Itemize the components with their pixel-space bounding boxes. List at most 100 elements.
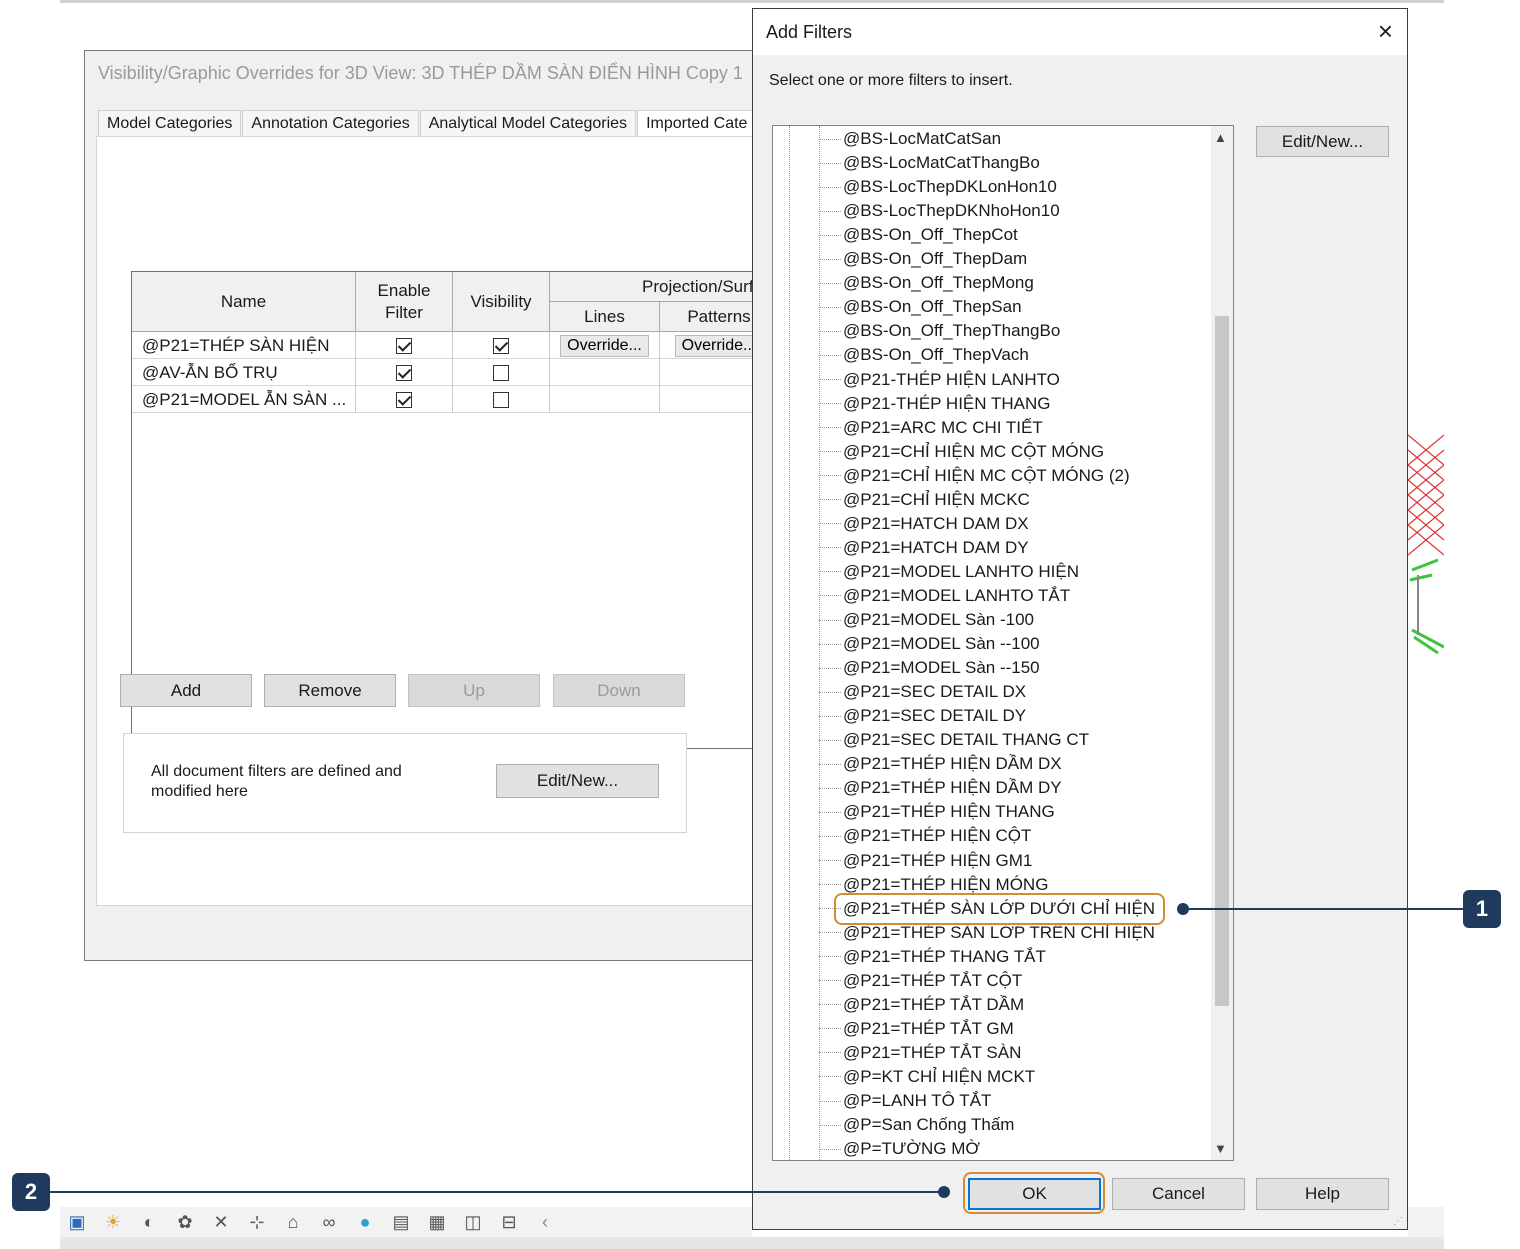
filter-list[interactable]: ▲ ▼ @BS-LocMatCatSan @BS-LocMatCatThangBo… (772, 125, 1234, 1161)
cube-view-icon[interactable]: ▣ (66, 1212, 88, 1233)
filter-list-item[interactable]: @P21=MODEL LANHTO HIỆN (819, 560, 1079, 584)
constraints-icon[interactable]: ⊟ (498, 1212, 520, 1233)
list-scrollbar[interactable]: ▲ ▼ (1211, 126, 1233, 1160)
filter-list-item[interactable]: @P21=SEC DETAIL THANG CT (819, 728, 1089, 752)
crop-off-icon[interactable]: ✕ (210, 1212, 232, 1233)
filter-list-item-label: @P21=THÉP TẮT DẦM (843, 994, 1025, 1014)
analytical-model-icon[interactable]: ◫ (462, 1212, 484, 1233)
tab-analytical-model-categories[interactable]: Analytical Model Categories (419, 110, 637, 138)
filter-list-item[interactable]: @P21=MODEL Sàn --150 (819, 656, 1040, 680)
filter-list-item[interactable]: @P21=CHỈ HIỆN MCKC (819, 488, 1030, 512)
glasses-icon[interactable]: ∞ (318, 1212, 340, 1233)
filter-list-item-label: @P=TƯỜNG MỜ (843, 1139, 980, 1159)
filter-list-item[interactable]: @BS-LocThepDKLonHon10 (819, 175, 1057, 199)
bulb-icon[interactable]: ● (354, 1212, 376, 1233)
filter-list-item[interactable]: @P21=THÉP TẮT SÀN (819, 1041, 1021, 1065)
tab-annotation-categories[interactable]: Annotation Categories (242, 110, 419, 138)
tree-connector (819, 403, 841, 405)
filter-list-item[interactable]: @BS-LocMatCatSan (819, 127, 1001, 151)
filter-list-item-label: @P21=CHỈ HIỆN MCKC (843, 489, 1030, 509)
scroll-up-icon[interactable]: ▲ (1214, 130, 1227, 145)
filter-list-item[interactable]: @P21=CHỈ HIỆN MC CỘT MÓNG (819, 440, 1104, 464)
scrollbar-thumb[interactable] (1215, 316, 1229, 1006)
filter-list-item[interactable]: @P21=SEC DETAIL DY (819, 704, 1026, 728)
filter-list-item[interactable]: @BS-On_Off_ThepThangBo (819, 319, 1060, 343)
tree-connector (819, 186, 841, 188)
tab-model-categories[interactable]: Model Categories (98, 110, 242, 138)
lines-override-button[interactable]: Override... (560, 334, 649, 357)
filter-list-item[interactable]: @P21=THÉP TẮT CỘT (819, 969, 1022, 993)
filter-list-item[interactable]: @P21=THÉP THANG TẮT (819, 945, 1046, 969)
edit-new-button[interactable]: Edit/New... (1256, 126, 1389, 157)
visibility-checkbox[interactable] (493, 364, 509, 381)
up-button[interactable]: Up (408, 674, 540, 707)
edit-new-button[interactable]: Edit/New... (496, 764, 659, 798)
filter-list-item[interactable]: @P21=CHỈ HIỆN MC CỘT MÓNG (2) (819, 464, 1130, 488)
down-button[interactable]: Down (553, 674, 685, 707)
filter-list-item[interactable]: @BS-On_Off_ThepMong (819, 271, 1034, 295)
filter-list-item[interactable]: @BS-On_Off_ThepSan (819, 295, 1022, 319)
filter-list-item-label: @P21=THÉP SÀN LỚP TRÊN CHỈ HIỆN (843, 922, 1155, 942)
scroll-down-icon[interactable]: ▼ (1214, 1141, 1227, 1156)
filter-list-item[interactable]: @P21=HATCH DAM DY (819, 536, 1029, 560)
filter-list-item[interactable]: @P21=THÉP HIỆN CỘT (819, 824, 1031, 848)
filter-list-item[interactable]: @P21=ARC MC CHI TIẾT (819, 416, 1043, 440)
sun-icon[interactable]: ☀ (102, 1212, 124, 1233)
help-button[interactable]: Help (1256, 1178, 1389, 1210)
table-row[interactable]: @P21=THÉP SÀN HIỆN Override... Override.… (132, 332, 778, 359)
enable-filter-checkbox[interactable] (396, 337, 412, 354)
enable-filter-checkbox[interactable] (396, 391, 412, 408)
lock-view-icon[interactable]: ⌂ (282, 1212, 304, 1233)
chevron-left-icon[interactable]: ‹ (534, 1212, 556, 1233)
filter-list-item[interactable]: @P21=MODEL Sàn -100 (819, 608, 1034, 632)
filter-list-item[interactable]: @BS-On_Off_ThepCot (819, 223, 1018, 247)
filter-list-item[interactable]: @BS-LocMatCatThangBo (819, 151, 1040, 175)
filter-list-item[interactable]: @P21=THÉP HIỆN GM1 (819, 849, 1032, 873)
filter-list-item[interactable]: @P21=THÉP HIỆN DẦM DY (819, 776, 1062, 800)
render-icon[interactable]: ✿ (174, 1212, 196, 1233)
filter-list-item-label: @P21=CHỈ HIỆN MC CỘT MÓNG (2) (843, 465, 1130, 485)
lines-cell[interactable] (550, 359, 660, 386)
filter-list-item[interactable]: @BS-On_Off_ThepVach (819, 343, 1029, 367)
filter-list-item[interactable]: @P21=THÉP TẮT GM (819, 1017, 1014, 1041)
remove-button[interactable]: Remove (264, 674, 396, 707)
filter-list-item[interactable]: @BS-On_Off_ThepDam (819, 247, 1027, 271)
close-icon[interactable]: × (1378, 16, 1393, 47)
column-header-lines[interactable]: Lines (550, 302, 660, 332)
filter-list-item[interactable]: @P21-THÉP HIỆN LANHTO (819, 368, 1060, 392)
tree-connector (819, 1052, 841, 1054)
table-row[interactable]: @P21=MODEL ẪN SÀN ... (132, 386, 778, 413)
filter-list-item[interactable]: @P=KT CHỈ HIỆN MCKT (819, 1065, 1035, 1089)
table-row[interactable]: @AV-ẪN BỔ TRỤ (132, 359, 778, 386)
filter-list-item[interactable]: @P=TƯỜNG MỜ (819, 1137, 980, 1160)
reveal-hidden-icon[interactable]: ▤ (390, 1212, 412, 1233)
filter-list-item[interactable]: @P21=MODEL LANHTO TẮT (819, 584, 1070, 608)
enable-filter-checkbox[interactable] (396, 364, 412, 381)
visibility-checkbox[interactable] (493, 337, 509, 354)
temporary-hide-icon[interactable]: ▦ (426, 1212, 448, 1233)
visibility-checkbox[interactable] (493, 391, 509, 408)
crop-region-icon[interactable]: ⊹ (246, 1212, 268, 1233)
filter-list-item[interactable]: @P21=MODEL Sàn --100 (819, 632, 1040, 656)
filter-list-item[interactable]: @P21-THÉP HIỆN THANG (819, 392, 1050, 416)
column-header-name[interactable]: Name (132, 272, 356, 332)
column-header-visibility[interactable]: Visibility (453, 272, 550, 332)
shadow-icon[interactable]: ◐ (138, 1212, 160, 1233)
cancel-button[interactable]: Cancel (1112, 1178, 1245, 1210)
lines-cell[interactable] (550, 386, 660, 413)
column-header-enable-filter[interactable]: Enable Filter (356, 272, 453, 332)
resize-grip-icon[interactable]: ⋰ (1393, 1216, 1403, 1227)
filter-list-item[interactable]: @P=San Chống Thấm (819, 1113, 1014, 1137)
filter-list-item[interactable]: @P21=SEC DETAIL DX (819, 680, 1026, 704)
tab-imported-categories[interactable]: Imported Cate (637, 110, 757, 138)
filter-list-item[interactable]: @P21=THÉP HIỆN THANG (819, 800, 1055, 824)
filter-list-item[interactable]: @P=LANH TÔ TẮT (819, 1089, 991, 1113)
top-divider (60, 0, 1444, 3)
add-button[interactable]: Add (120, 674, 252, 707)
filter-list-item[interactable]: @P21=THÉP HIỆN DẦM DX (819, 752, 1062, 776)
filter-list-item[interactable]: @P21=HATCH DAM DX (819, 512, 1029, 536)
patterns-override-button[interactable]: Override... (674, 334, 764, 357)
filter-list-item[interactable]: @BS-LocThepDKNhoHon10 (819, 199, 1060, 223)
view-control-bar: ▣ ☀ ◐ ✿ ✕ ⊹ ⌂ ∞ ● ▤ ▦ ◫ ⊟ ‹ (60, 1207, 752, 1237)
filter-list-item[interactable]: @P21=THÉP TẮT DẦM (819, 993, 1024, 1017)
